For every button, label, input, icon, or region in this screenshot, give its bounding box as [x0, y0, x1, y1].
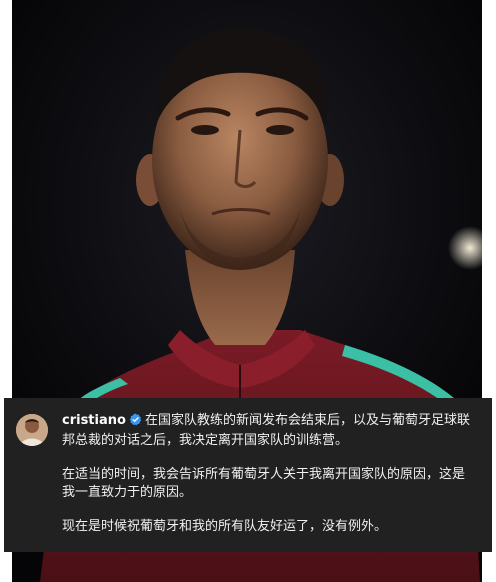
caption-paragraph-1: cristiano 在国家队教练的新闻发布会结束后，以及与葡萄牙足球联邦总裁的对话… [62, 412, 476, 450]
post-caption-panel: cristiano 在国家队教练的新闻发布会结束后，以及与葡萄牙足球联邦总裁的对话… [4, 398, 492, 552]
verified-badge-icon [129, 413, 142, 432]
instagram-post-screenshot: cristiano 在国家队教练的新闻发布会结束后，以及与葡萄牙足球联邦总裁的对话… [0, 0, 496, 582]
caption-text: cristiano 在国家队教练的新闻发布会结束后，以及与葡萄牙足球联邦总裁的对话… [62, 412, 476, 552]
caption-paragraph-2: 在适当的时间，我会告诉所有葡萄牙人关于我离开国家队的原因，这是我一直致力于的原因… [62, 467, 466, 500]
caption-paragraph-3: 现在是时候祝葡萄牙和我的所有队友好运了，没有例外。 [62, 519, 388, 534]
profile-avatar[interactable] [16, 414, 48, 446]
username-link[interactable]: cristiano [62, 413, 126, 428]
